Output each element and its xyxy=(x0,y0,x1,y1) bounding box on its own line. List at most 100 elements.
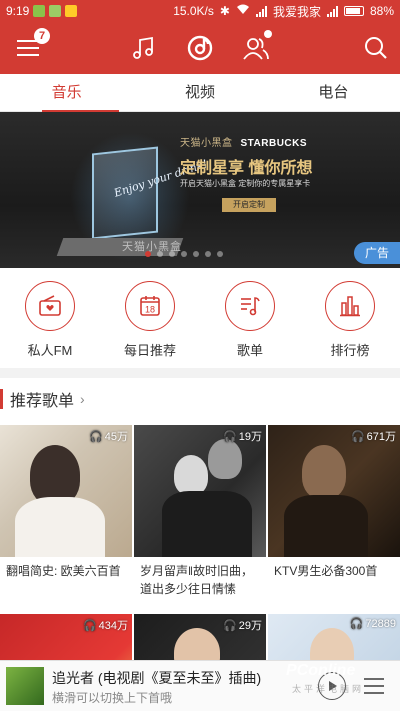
signal-icon xyxy=(255,5,267,17)
play-count: 🎧 19万 xyxy=(223,428,262,444)
play-count-value: 72889 xyxy=(365,617,396,630)
carrier-name: 我爱我家 xyxy=(272,4,321,19)
playlist-title: 岁月留声‖故时旧曲，道出多少往日情愫 xyxy=(140,564,253,596)
play-count: 🎧 72889 xyxy=(349,617,396,631)
quick-entry-circle xyxy=(225,281,275,331)
banner-brand-right: STARBUCKS xyxy=(240,138,308,149)
headphones-icon: 🎧 xyxy=(89,430,103,443)
quick-entry-circle xyxy=(25,281,75,331)
chevron-right-icon: › xyxy=(80,391,85,407)
section-accent-bar xyxy=(0,389,3,409)
banner-page-dot[interactable] xyxy=(157,251,163,257)
friends-button[interactable] xyxy=(232,22,280,74)
headphones-icon: 🎧 xyxy=(223,430,237,443)
watermark-subtext: 太平洋电脑网 xyxy=(292,684,365,694)
calendar-icon: 18 xyxy=(140,296,160,316)
play-count-value: 671万 xyxy=(366,431,396,443)
banner-brand-left: 天猫小黑盒 xyxy=(180,138,233,149)
quick-entry-label: 私人FM xyxy=(27,343,73,358)
search-button[interactable] xyxy=(352,22,400,74)
menu-badge: 7 xyxy=(34,28,50,44)
banner-page-dot[interactable] xyxy=(217,251,223,257)
app-header: 7 xyxy=(0,22,400,74)
bluetooth-icon: ✱ xyxy=(219,4,230,18)
banner-pagination xyxy=(145,251,223,257)
playlist-title: 翻唱简史: 欧美六百首 xyxy=(6,564,121,578)
status-bar: 9:19 15.0K/s ✱ 我爱我家 88% xyxy=(0,0,400,22)
menu-button[interactable]: 7 xyxy=(4,22,52,74)
promo-banner[interactable]: Enjoy your drink! 天猫小黑盒 天猫小黑盒 STARBUCKS 定… xyxy=(0,112,400,268)
status-time: 9:19 xyxy=(6,4,30,18)
now-playing-title: 追光者 (电视剧《夏至未至》插曲) xyxy=(52,670,262,686)
notification-app-icon xyxy=(65,5,78,17)
netease-music-icon xyxy=(187,35,213,61)
playlist-icon xyxy=(241,297,260,316)
ad-badge: 广告 xyxy=(354,242,400,264)
top-tabs: 音乐 视频 电台 xyxy=(0,74,400,112)
play-count: 🎧 45万 xyxy=(89,428,128,444)
banner-page-dot[interactable] xyxy=(181,251,187,257)
network-speed: 15.0K/s xyxy=(173,4,214,18)
chart-icon xyxy=(340,296,360,317)
my-music-button[interactable] xyxy=(120,22,168,74)
wifi-icon xyxy=(236,4,250,18)
radio-icon xyxy=(39,295,61,316)
section-title: 推荐歌单 xyxy=(10,393,75,410)
signal-icon xyxy=(326,5,338,17)
play-count-value: 45万 xyxy=(104,431,128,443)
queue-list-icon xyxy=(364,678,384,694)
notification-app-icon xyxy=(33,5,46,17)
headphones-icon: 🎧 xyxy=(349,618,364,630)
friends-badge-dot xyxy=(264,30,272,38)
playlist-card[interactable]: 🎧 671万 KTV男生必备300首 xyxy=(268,425,400,611)
banner-cta-button[interactable]: 开启定制 xyxy=(222,198,276,212)
cover-figure xyxy=(284,495,368,557)
play-count-value: 19万 xyxy=(238,431,262,443)
watermark-logo: PConline xyxy=(286,662,356,679)
banner-page-dot[interactable] xyxy=(145,251,151,257)
quick-entry-daily[interactable]: 18 每日推荐 xyxy=(100,268,200,368)
tab-video[interactable]: 视频 xyxy=(133,74,266,111)
quick-entry-label: 排行榜 xyxy=(330,343,370,358)
play-count-value: 434万 xyxy=(98,620,128,632)
cover-figure xyxy=(30,445,80,505)
play-count: 🎧 29万 xyxy=(223,617,262,633)
search-icon xyxy=(365,37,387,59)
quick-entry-label: 歌单 xyxy=(236,343,263,358)
playlist-cover: 🎧 19万 xyxy=(134,425,266,557)
quick-entry-private-fm[interactable]: 私人FM xyxy=(0,268,100,368)
quick-entry-circle xyxy=(325,281,375,331)
quick-entry-charts[interactable]: 排行榜 xyxy=(300,268,400,368)
playlist-title: KTV男生必备300首 xyxy=(274,564,378,578)
play-count-value: 29万 xyxy=(238,620,262,632)
now-playing-cover xyxy=(6,667,44,705)
cover-figure xyxy=(302,445,346,499)
calendar-date: 18 xyxy=(145,305,155,315)
playlist-card[interactable]: 🎧 45万 翻唱简史: 欧美六百首 xyxy=(0,425,132,611)
banner-headline: 定制星享 懂你所想 xyxy=(180,160,313,177)
quick-entry-label: 每日推荐 xyxy=(123,343,176,358)
banner-page-dot[interactable] xyxy=(193,251,199,257)
friends-icon xyxy=(243,38,269,60)
music-note-icon xyxy=(133,36,153,59)
headphones-icon: 🎧 xyxy=(350,430,365,443)
cover-figure xyxy=(15,497,105,557)
quick-entry-playlists[interactable]: 歌单 xyxy=(200,268,300,368)
battery-icon xyxy=(343,6,364,16)
banner-page-dot[interactable] xyxy=(205,251,211,257)
now-playing-hint: 横滑可以切换上下首哦 xyxy=(52,691,173,705)
playlist-card[interactable]: 🎧 19万 岁月留声‖故时旧曲，道出多少往日情愫 xyxy=(134,425,266,611)
play-count: 🎧 434万 xyxy=(83,617,128,633)
quick-entry-circle: 18 xyxy=(125,281,175,331)
banner-page-dot[interactable] xyxy=(169,251,175,257)
tab-radio[interactable]: 电台 xyxy=(267,74,400,111)
cover-figure xyxy=(208,439,242,479)
playlist-queue-button[interactable] xyxy=(362,675,386,702)
headphones-icon: 🎧 xyxy=(223,619,237,632)
banner-brand-line: 天猫小黑盒 STARBUCKS xyxy=(180,134,307,149)
cover-figure xyxy=(174,455,208,495)
quick-entries: 私人FM 18 每日推荐 歌单 排行榜 xyxy=(0,268,400,368)
discover-button[interactable] xyxy=(176,22,224,74)
recommended-playlists-header[interactable]: 推荐歌单 › xyxy=(0,378,400,420)
tab-music[interactable]: 音乐 xyxy=(0,74,133,112)
